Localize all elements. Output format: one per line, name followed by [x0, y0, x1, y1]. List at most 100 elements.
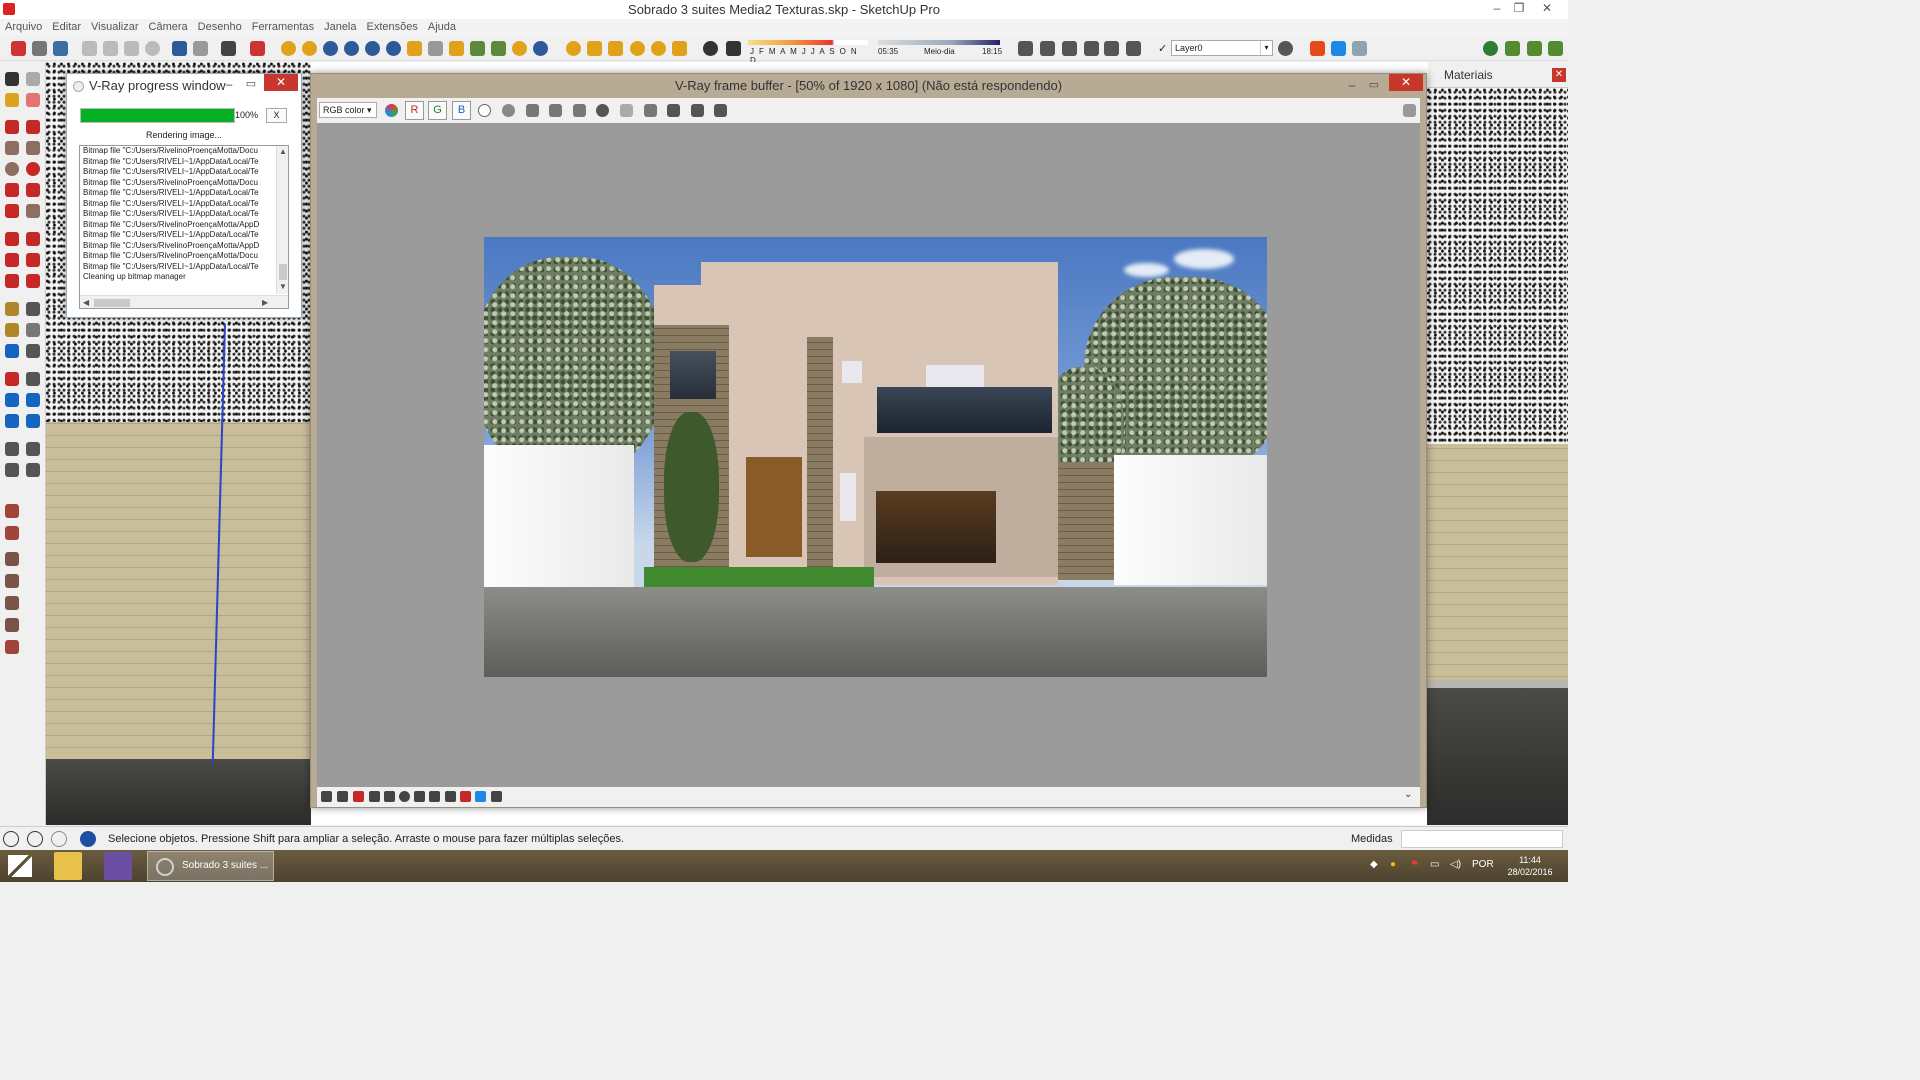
ies-light-icon[interactable]: [651, 41, 666, 56]
polygon-tool-icon[interactable]: [26, 162, 40, 176]
smoove-icon[interactable]: [5, 552, 19, 566]
curves-icon[interactable]: [384, 791, 395, 802]
help-icon[interactable]: [80, 831, 96, 847]
hsv-icon[interactable]: [445, 791, 456, 802]
erase-icon[interactable]: [145, 41, 160, 56]
pie-tool-icon[interactable]: [26, 204, 40, 218]
correction-icon[interactable]: [337, 791, 348, 802]
save-icon[interactable]: [53, 41, 68, 56]
log-vscroll-thumb[interactable]: [279, 264, 287, 280]
omni-light-icon[interactable]: [566, 41, 581, 56]
orbit-tool-icon[interactable]: [5, 372, 19, 386]
zoom-extents-icon[interactable]: [5, 414, 19, 428]
save-all-icon[interactable]: [549, 104, 562, 117]
xray-style-icon[interactable]: [1018, 41, 1033, 56]
progress-window-header[interactable]: V-Ray progress window – ▭ ✕: [67, 74, 301, 98]
component-tool-icon[interactable]: [26, 72, 40, 86]
red-channel-button[interactable]: R: [405, 101, 424, 120]
scroll-down-icon[interactable]: ▼: [279, 282, 287, 291]
vray-proxy-icon[interactable]: [491, 41, 506, 56]
materials-close-button[interactable]: ✕: [1552, 68, 1566, 82]
spot-light-icon[interactable]: [587, 41, 602, 56]
previous-view-icon[interactable]: [26, 414, 40, 428]
sphere-light-icon[interactable]: [630, 41, 645, 56]
track-mouse-icon[interactable]: [620, 104, 633, 117]
scroll-left-icon[interactable]: ◀: [83, 298, 89, 307]
vray-sun-icon[interactable]: [512, 41, 527, 56]
tray-network-icon[interactable]: ▭: [1430, 859, 1439, 870]
line-tool-icon[interactable]: [5, 120, 19, 134]
arc2-tool-icon[interactable]: [26, 183, 40, 197]
print-icon[interactable]: [221, 41, 236, 56]
vray-material-icon[interactable]: [302, 41, 317, 56]
add-detail-icon[interactable]: [5, 618, 19, 632]
measurements-input[interactable]: [1401, 830, 1563, 848]
tray-update-icon[interactable]: ●: [1390, 859, 1396, 870]
vfb-options-icon[interactable]: [1403, 104, 1416, 117]
credits-icon[interactable]: [27, 831, 43, 847]
menu-ajuda[interactable]: Ajuda: [423, 19, 461, 36]
close-button[interactable]: ✕: [1534, 0, 1560, 19]
info-icon[interactable]: [353, 791, 364, 802]
lut-icon[interactable]: [429, 791, 440, 802]
vray-logo-icon[interactable]: [11, 41, 26, 56]
blue-channel-button[interactable]: B: [452, 101, 471, 120]
select-tool-icon[interactable]: [5, 72, 19, 86]
move-tool-icon[interactable]: [5, 232, 19, 246]
render-icon[interactable]: [714, 104, 727, 117]
paste-icon[interactable]: [124, 41, 139, 56]
chevron-down-icon[interactable]: ▾: [1260, 41, 1272, 55]
protractor-icon[interactable]: [5, 323, 19, 337]
load-image-icon[interactable]: [573, 104, 586, 117]
menu-janela[interactable]: Janela: [319, 19, 361, 36]
menu-ferramentas[interactable]: Ferramentas: [247, 19, 319, 36]
start-button[interactable]: [8, 855, 32, 877]
pan-tool-icon[interactable]: [26, 372, 40, 386]
vray-mesh-icon[interactable]: [407, 41, 422, 56]
progress-close-button[interactable]: ✕: [264, 74, 298, 91]
eraser-icon[interactable]: [26, 93, 40, 107]
progress-minimize-button[interactable]: –: [221, 74, 237, 94]
paint-bucket-icon[interactable]: [5, 93, 19, 107]
lens-effects-icon[interactable]: [475, 791, 486, 802]
duplicate-vfb-icon[interactable]: [644, 104, 657, 117]
menu-arquivo[interactable]: Arquivo: [0, 19, 47, 36]
vray-fur-icon[interactable]: [470, 41, 485, 56]
arc3-tool-icon[interactable]: [5, 204, 19, 218]
shadows-toggle-icon[interactable]: [703, 41, 718, 56]
stamp-icon[interactable]: [5, 574, 19, 588]
vray-batch-icon[interactable]: [365, 41, 380, 56]
redo-icon[interactable]: [193, 41, 208, 56]
look-around-icon[interactable]: [26, 442, 40, 456]
position-camera-icon[interactable]: [5, 442, 19, 456]
3d-text-icon[interactable]: [26, 344, 40, 358]
shadow-month-slider[interactable]: J F M A M J J A S O N D: [748, 40, 868, 65]
push-pull-icon[interactable]: [26, 232, 40, 246]
menu-editar[interactable]: Editar: [47, 19, 86, 36]
vray-option-icon[interactable]: [281, 41, 296, 56]
compare-icon[interactable]: [460, 791, 471, 802]
sandbox-scratch-icon[interactable]: [5, 526, 19, 540]
green-channel-button[interactable]: G: [428, 101, 447, 120]
tree-icon[interactable]: [1548, 41, 1563, 56]
vray-light-icon[interactable]: [323, 41, 338, 56]
restore-button[interactable]: ❐: [1506, 0, 1532, 19]
history-icon[interactable]: [321, 791, 332, 802]
language-indicator[interactable]: POR: [1472, 859, 1494, 870]
save-image-icon[interactable]: [526, 104, 539, 117]
log-hscroll-thumb[interactable]: [94, 299, 130, 307]
clear-image-icon[interactable]: [596, 104, 609, 117]
follow-me-icon[interactable]: [26, 253, 40, 267]
iso-view-icon[interactable]: [1062, 41, 1077, 56]
scroll-right-icon[interactable]: ▶: [262, 298, 268, 307]
plant-icon[interactable]: [1527, 41, 1542, 56]
exposure-icon[interactable]: [399, 791, 410, 802]
scale-tool-icon[interactable]: [5, 274, 19, 288]
menu-visualizar[interactable]: Visualizar: [86, 19, 144, 36]
freehand-tool-icon[interactable]: [26, 120, 40, 134]
offset-tool-icon[interactable]: [26, 274, 40, 288]
wireframe-style-icon[interactable]: [1040, 41, 1055, 56]
rotated-rect-icon[interactable]: [26, 141, 40, 155]
open-icon[interactable]: [32, 41, 47, 56]
sandbox-icon[interactable]: [1483, 41, 1498, 56]
